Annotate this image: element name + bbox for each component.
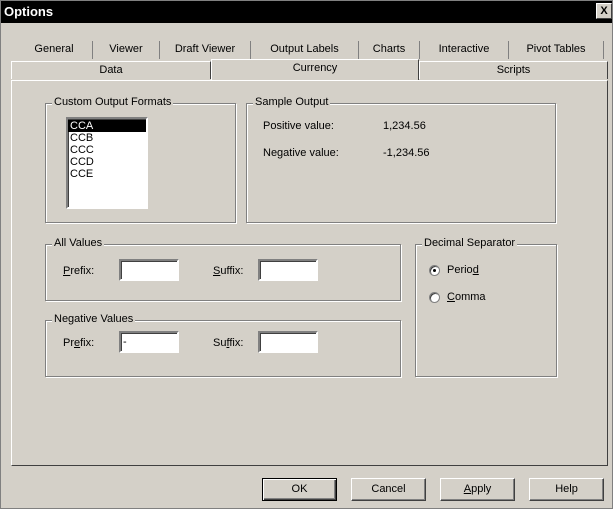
- all-values-prefix-input[interactable]: [119, 259, 179, 281]
- tab-general[interactable]: General: [16, 41, 93, 59]
- all-values-legend: All Values: [52, 237, 105, 249]
- period-radio[interactable]: [429, 265, 440, 276]
- apply-button[interactable]: Apply: [440, 478, 515, 501]
- options-dialog: Options X General Viewer Draft Viewer Ou…: [0, 0, 613, 509]
- all-values-suffix-input[interactable]: [258, 259, 318, 281]
- tab-interactive[interactable]: Interactive: [420, 41, 509, 59]
- list-item[interactable]: CCE: [68, 168, 146, 180]
- positive-value: 1,234.56: [383, 120, 426, 132]
- cancel-button[interactable]: Cancel: [351, 478, 426, 501]
- radio-selected-dot: [433, 269, 436, 272]
- title-bar: Options X: [1, 1, 612, 23]
- period-label[interactable]: Period: [447, 264, 479, 276]
- comma-radio[interactable]: [429, 292, 440, 303]
- positive-value-label: Positive value:: [263, 120, 334, 132]
- negative-values-suffix-input[interactable]: [258, 331, 318, 353]
- negative-value-label: Negative value:: [263, 147, 339, 159]
- custom-output-formats-legend: Custom Output Formats: [52, 96, 174, 108]
- negative-values-suffix-label: Suffix:: [213, 337, 244, 349]
- list-item[interactable]: CCD: [68, 156, 146, 168]
- ok-button[interactable]: OK: [262, 478, 337, 501]
- tab-currency[interactable]: Currency: [211, 59, 419, 80]
- negative-values-prefix-label: Prefix:: [63, 337, 95, 349]
- negative-values-legend: Negative Values: [52, 313, 136, 325]
- list-item[interactable]: CCB: [68, 132, 146, 144]
- tab-data[interactable]: Data: [11, 61, 211, 79]
- list-item[interactable]: CCC: [68, 144, 146, 156]
- custom-formats-listbox[interactable]: CCA CCB CCC CCD CCE: [66, 117, 148, 209]
- decimal-separator-legend: Decimal Separator: [422, 237, 518, 249]
- tab-draft-viewer[interactable]: Draft Viewer: [160, 41, 251, 59]
- list-item[interactable]: CCA: [68, 120, 146, 132]
- tab-charts[interactable]: Charts: [359, 41, 420, 59]
- tab-viewer[interactable]: Viewer: [93, 41, 160, 59]
- negative-value: -1,234.56: [383, 147, 430, 159]
- all-values-prefix-label: Prefix:: [63, 265, 95, 277]
- dialog-title: Options: [4, 4, 54, 19]
- all-values-suffix-label: Suffix:: [213, 265, 244, 277]
- help-button[interactable]: Help: [529, 478, 604, 501]
- sample-output-legend: Sample Output: [253, 96, 331, 108]
- tab-pivot-tables[interactable]: Pivot Tables: [509, 41, 604, 59]
- tab-output-labels[interactable]: Output Labels: [251, 41, 359, 59]
- decimal-separator-group: Decimal Separator: [415, 237, 557, 377]
- close-icon: X: [600, 5, 608, 17]
- negative-values-prefix-input[interactable]: -: [119, 331, 179, 353]
- comma-label[interactable]: Comma: [447, 291, 486, 303]
- tab-scripts[interactable]: Scripts: [419, 61, 608, 79]
- close-button[interactable]: X: [596, 3, 612, 19]
